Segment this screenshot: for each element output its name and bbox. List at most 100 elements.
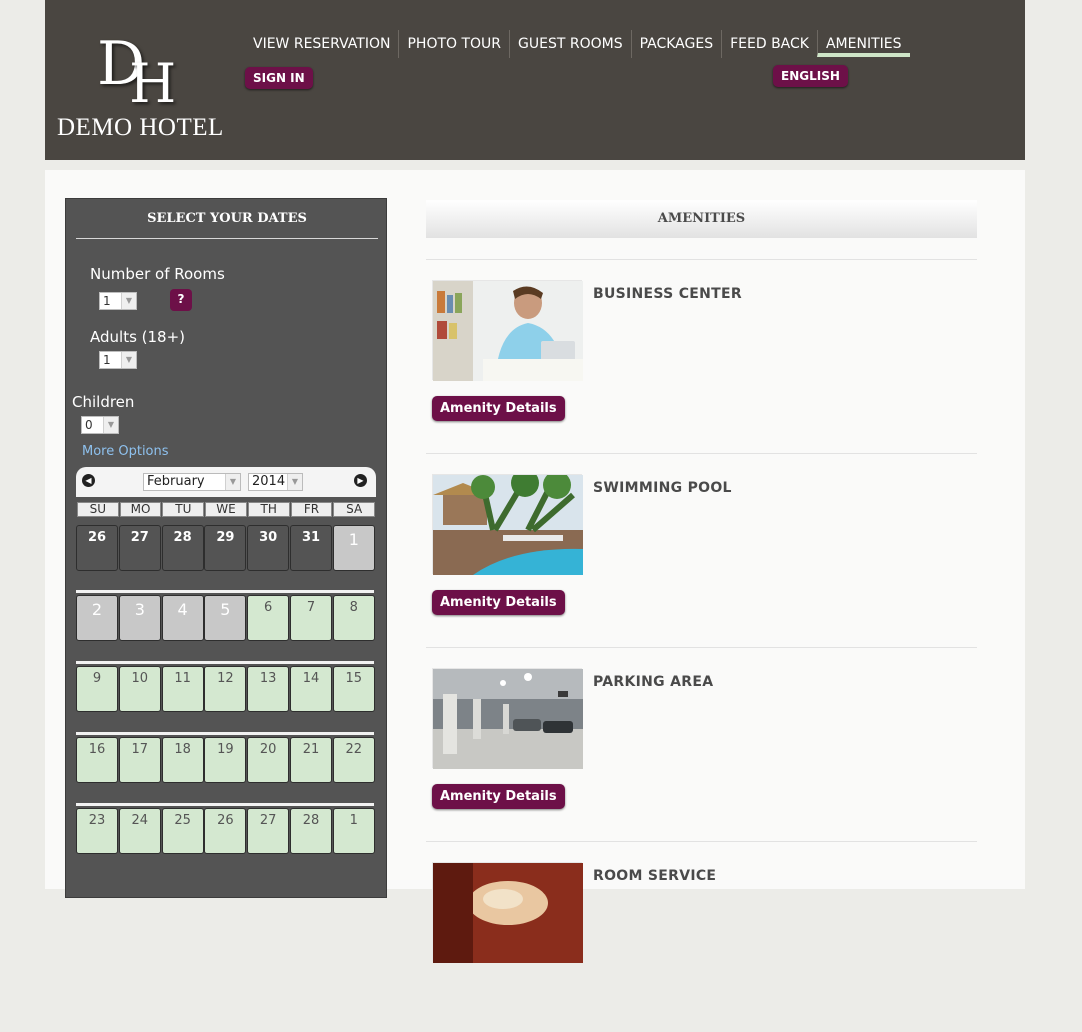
calendar-day[interactable]: 7 bbox=[290, 595, 332, 641]
calendar-day[interactable]: 4 bbox=[161, 595, 204, 641]
calendar-day[interactable]: 1 bbox=[332, 525, 375, 571]
calendar-day: 26 bbox=[76, 525, 118, 571]
year-select[interactable]: 2014 ▼ bbox=[248, 473, 303, 491]
calendar-day[interactable]: 8 bbox=[332, 595, 375, 641]
logo-text: DEMO HOTEL bbox=[57, 114, 224, 141]
divider bbox=[426, 259, 977, 260]
swimming-pool-photo[interactable] bbox=[432, 469, 583, 575]
amenity-item: SWIMMING POOL Amenity Details bbox=[426, 469, 977, 644]
calendar-day[interactable]: 10 bbox=[118, 666, 161, 712]
sign-in-button[interactable]: SIGN IN bbox=[245, 67, 313, 89]
amenity-item: ROOM SERVICE bbox=[426, 862, 977, 1032]
divider bbox=[426, 453, 977, 454]
calendar-day: 27 bbox=[118, 525, 161, 571]
nav-packages[interactable]: PACKAGES bbox=[630, 30, 722, 58]
adults-select[interactable]: 1 ▼ bbox=[99, 351, 137, 369]
logo-monogram: DH bbox=[97, 29, 176, 115]
calendar-day[interactable]: 24 bbox=[118, 808, 161, 854]
calendar-day: 29 bbox=[204, 525, 247, 571]
calendar-day[interactable]: 2 bbox=[76, 595, 118, 641]
calendar-day[interactable]: 26 bbox=[204, 808, 247, 854]
children-value: 0 bbox=[85, 418, 93, 432]
rooms-select[interactable]: 1 ▼ bbox=[99, 292, 137, 310]
calendar-day[interactable]: 17 bbox=[118, 737, 161, 783]
weekday-sa: SA bbox=[333, 502, 376, 517]
weekday-we: WE bbox=[205, 502, 247, 517]
weekday-th: TH bbox=[247, 502, 290, 517]
calendar-day[interactable]: 5 bbox=[204, 595, 247, 641]
month-select[interactable]: February ▼ bbox=[143, 473, 241, 491]
hotel-logo[interactable]: DH DEMO HOTEL bbox=[57, 34, 227, 144]
month-value: February bbox=[147, 474, 205, 489]
adults-value: 1 bbox=[103, 353, 111, 367]
amenity-item: PARKING AREA Amenity Details bbox=[426, 668, 977, 838]
calendar-day[interactable]: 12 bbox=[204, 666, 247, 712]
amenity-name: SWIMMING POOL bbox=[593, 480, 732, 496]
main-nav: VIEW RESERVATION PHOTO TOUR GUEST ROOMS … bbox=[245, 30, 910, 58]
booking-panel: SELECT YOUR DATES Number of Rooms 1 ▼ ? … bbox=[65, 198, 387, 898]
calendar-day[interactable]: 9 bbox=[76, 666, 118, 712]
calendar-day[interactable]: 6 bbox=[247, 595, 290, 641]
calendar-day[interactable]: 11 bbox=[161, 666, 204, 712]
nav-amenities[interactable]: AMENITIES bbox=[816, 30, 910, 57]
calendar-day: 31 bbox=[290, 525, 332, 571]
calendar-day[interactable]: 28 bbox=[290, 808, 332, 854]
booking-title: SELECT YOUR DATES bbox=[76, 211, 378, 239]
children-label: Children bbox=[72, 393, 135, 411]
calendar-day[interactable]: 21 bbox=[290, 737, 332, 783]
next-month-icon[interactable]: ▶ bbox=[354, 474, 367, 487]
weekday-header: SU MO TU WE TH FR SA bbox=[77, 502, 376, 517]
calendar-day[interactable]: 25 bbox=[161, 808, 204, 854]
language-button[interactable]: ENGLISH bbox=[773, 65, 848, 87]
business-center-photo[interactable] bbox=[432, 280, 583, 381]
amenity-name: BUSINESS CENTER bbox=[593, 286, 742, 302]
amenity-details-button[interactable]: Amenity Details bbox=[432, 590, 565, 615]
weekday-tu: TU bbox=[162, 502, 205, 517]
nav-guest-rooms[interactable]: GUEST ROOMS bbox=[509, 30, 631, 58]
calendar-header: ◀ February ▼ 2014 ▼ ▶ bbox=[76, 467, 376, 497]
calendar-week: 16 17 18 19 20 21 22 bbox=[76, 737, 378, 783]
nav-feed-back[interactable]: FEED BACK bbox=[721, 30, 817, 58]
calendar-day[interactable]: 14 bbox=[290, 666, 332, 712]
calendar-day[interactable]: 16 bbox=[76, 737, 118, 783]
rooms-help-button[interactable]: ? bbox=[170, 289, 192, 311]
calendar-week: 9 10 11 12 13 14 15 bbox=[76, 666, 378, 712]
room-service-photo[interactable] bbox=[432, 862, 583, 963]
calendar-week: 23 24 25 26 27 28 1 bbox=[76, 808, 378, 854]
main-content: SELECT YOUR DATES Number of Rooms 1 ▼ ? … bbox=[45, 170, 1025, 963]
site-header: DH DEMO HOTEL VIEW RESERVATION PHOTO TOU… bbox=[45, 0, 1025, 160]
adults-label: Adults (18+) bbox=[90, 328, 186, 346]
parking-area-photo[interactable] bbox=[432, 668, 583, 769]
calendar-day[interactable]: 23 bbox=[76, 808, 118, 854]
calendar-day: 28 bbox=[161, 525, 204, 571]
week-divider bbox=[76, 590, 374, 593]
nav-photo-tour[interactable]: PHOTO TOUR bbox=[398, 30, 509, 58]
calendar-day[interactable]: 27 bbox=[247, 808, 290, 854]
calendar-day[interactable]: 1 bbox=[332, 808, 375, 854]
chevron-down-icon: ▼ bbox=[121, 293, 136, 309]
weekday-mo: MO bbox=[119, 502, 162, 517]
calendar-day[interactable]: 22 bbox=[332, 737, 375, 783]
more-options-link[interactable]: More Options bbox=[82, 444, 169, 459]
rooms-label: Number of Rooms bbox=[90, 265, 225, 283]
calendar-day[interactable]: 13 bbox=[247, 666, 290, 712]
calendar-day: 30 bbox=[247, 525, 290, 571]
prev-month-icon[interactable]: ◀ bbox=[82, 474, 95, 487]
amenity-item: BUSINESS CENTER Amenity Details bbox=[426, 280, 977, 450]
amenity-details-button[interactable]: Amenity Details bbox=[432, 396, 565, 421]
chevron-down-icon: ▼ bbox=[287, 474, 302, 490]
calendar-week: 2345678 bbox=[76, 595, 378, 641]
nav-view-reservation[interactable]: VIEW RESERVATION bbox=[245, 30, 398, 58]
calendar-day[interactable]: 20 bbox=[247, 737, 290, 783]
children-select[interactable]: 0 ▼ bbox=[81, 416, 119, 434]
week-divider bbox=[76, 661, 374, 664]
calendar-day[interactable]: 19 bbox=[204, 737, 247, 783]
amenity-name: ROOM SERVICE bbox=[593, 868, 717, 884]
chevron-down-icon: ▼ bbox=[225, 474, 240, 490]
week-divider bbox=[76, 803, 374, 806]
calendar-day[interactable]: 15 bbox=[332, 666, 375, 712]
amenity-details-button[interactable]: Amenity Details bbox=[432, 784, 565, 809]
weekday-su: SU bbox=[77, 502, 119, 517]
calendar-day[interactable]: 18 bbox=[161, 737, 204, 783]
calendar-day[interactable]: 3 bbox=[118, 595, 161, 641]
